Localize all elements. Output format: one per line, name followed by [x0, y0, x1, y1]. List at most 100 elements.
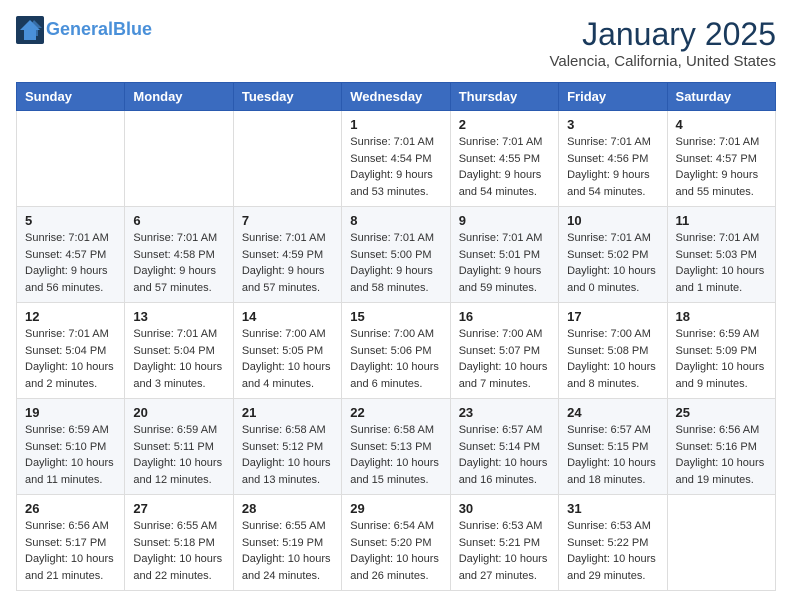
- weekday-header-cell: Friday: [559, 83, 667, 111]
- sunset: Sunset: 5:03 PM: [676, 249, 757, 261]
- calendar-day-cell: 5 Sunrise: 7:01 AM Sunset: 4:57 PM Dayli…: [17, 207, 125, 303]
- sunrise: Sunrise: 6:59 AM: [133, 424, 217, 436]
- sunset: Sunset: 5:07 PM: [459, 345, 540, 357]
- day-detail: Sunrise: 6:57 AM Sunset: 5:15 PM Dayligh…: [567, 422, 658, 488]
- calendar-body: 1 Sunrise: 7:01 AM Sunset: 4:54 PM Dayli…: [17, 111, 776, 591]
- calendar-day-cell: 15 Sunrise: 7:00 AM Sunset: 5:06 PM Dayl…: [342, 303, 450, 399]
- calendar-day-cell: 27 Sunrise: 6:55 AM Sunset: 5:18 PM Dayl…: [125, 495, 233, 591]
- day-number: 13: [133, 309, 224, 324]
- day-number: 19: [25, 405, 116, 420]
- sunset: Sunset: 5:14 PM: [459, 441, 540, 453]
- day-number: 30: [459, 501, 550, 516]
- sunset: Sunset: 5:20 PM: [350, 537, 431, 549]
- daylight: Daylight: 10 hours and 13 minutes.: [242, 457, 331, 486]
- calendar-day-cell: 13 Sunrise: 7:01 AM Sunset: 5:04 PM Dayl…: [125, 303, 233, 399]
- calendar-day-cell: [125, 111, 233, 207]
- sunrise: Sunrise: 6:53 AM: [567, 520, 651, 532]
- calendar-day-cell: 4 Sunrise: 7:01 AM Sunset: 4:57 PM Dayli…: [667, 111, 775, 207]
- sunset: Sunset: 5:00 PM: [350, 249, 431, 261]
- weekday-header-cell: Thursday: [450, 83, 558, 111]
- logo: GeneralBlue: [16, 16, 152, 44]
- weekday-header-cell: Wednesday: [342, 83, 450, 111]
- sunrise: Sunrise: 7:01 AM: [25, 328, 109, 340]
- sunrise: Sunrise: 6:53 AM: [459, 520, 543, 532]
- day-detail: Sunrise: 6:53 AM Sunset: 5:22 PM Dayligh…: [567, 518, 658, 584]
- day-detail: Sunrise: 7:01 AM Sunset: 4:57 PM Dayligh…: [25, 230, 116, 296]
- day-detail: Sunrise: 6:56 AM Sunset: 5:17 PM Dayligh…: [25, 518, 116, 584]
- sunset: Sunset: 5:18 PM: [133, 537, 214, 549]
- sunrise: Sunrise: 6:58 AM: [242, 424, 326, 436]
- calendar-day-cell: 20 Sunrise: 6:59 AM Sunset: 5:11 PM Dayl…: [125, 399, 233, 495]
- daylight: Daylight: 9 hours and 57 minutes.: [242, 265, 325, 294]
- title-block: January 2025 Valencia, California, Unite…: [549, 16, 776, 70]
- sunset: Sunset: 5:13 PM: [350, 441, 431, 453]
- sunrise: Sunrise: 6:59 AM: [676, 328, 760, 340]
- day-number: 18: [676, 309, 767, 324]
- day-detail: Sunrise: 6:55 AM Sunset: 5:18 PM Dayligh…: [133, 518, 224, 584]
- sunset: Sunset: 5:05 PM: [242, 345, 323, 357]
- calendar-day-cell: 11 Sunrise: 7:01 AM Sunset: 5:03 PM Dayl…: [667, 207, 775, 303]
- calendar-day-cell: 29 Sunrise: 6:54 AM Sunset: 5:20 PM Dayl…: [342, 495, 450, 591]
- daylight: Daylight: 10 hours and 2 minutes.: [25, 361, 114, 390]
- calendar-day-cell: 18 Sunrise: 6:59 AM Sunset: 5:09 PM Dayl…: [667, 303, 775, 399]
- daylight: Daylight: 10 hours and 24 minutes.: [242, 553, 331, 582]
- calendar-day-cell: 21 Sunrise: 6:58 AM Sunset: 5:12 PM Dayl…: [233, 399, 341, 495]
- calendar-day-cell: 8 Sunrise: 7:01 AM Sunset: 5:00 PM Dayli…: [342, 207, 450, 303]
- day-number: 25: [676, 405, 767, 420]
- calendar-week-row: 1 Sunrise: 7:01 AM Sunset: 4:54 PM Dayli…: [17, 111, 776, 207]
- day-number: 27: [133, 501, 224, 516]
- daylight: Daylight: 10 hours and 3 minutes.: [133, 361, 222, 390]
- sunrise: Sunrise: 6:55 AM: [133, 520, 217, 532]
- day-detail: Sunrise: 7:00 AM Sunset: 5:08 PM Dayligh…: [567, 326, 658, 392]
- sunset: Sunset: 4:58 PM: [133, 249, 214, 261]
- sunrise: Sunrise: 7:00 AM: [459, 328, 543, 340]
- day-number: 1: [350, 117, 441, 132]
- day-number: 6: [133, 213, 224, 228]
- day-number: 2: [459, 117, 550, 132]
- sunset: Sunset: 4:55 PM: [459, 153, 540, 165]
- daylight: Daylight: 10 hours and 7 minutes.: [459, 361, 548, 390]
- sunset: Sunset: 5:16 PM: [676, 441, 757, 453]
- day-number: 21: [242, 405, 333, 420]
- sunrise: Sunrise: 6:57 AM: [567, 424, 651, 436]
- sunset: Sunset: 5:22 PM: [567, 537, 648, 549]
- day-detail: Sunrise: 6:53 AM Sunset: 5:21 PM Dayligh…: [459, 518, 550, 584]
- sunset: Sunset: 5:19 PM: [242, 537, 323, 549]
- logo-icon: [16, 16, 44, 44]
- daylight: Daylight: 9 hours and 56 minutes.: [25, 265, 108, 294]
- day-detail: Sunrise: 7:01 AM Sunset: 5:01 PM Dayligh…: [459, 230, 550, 296]
- day-number: 16: [459, 309, 550, 324]
- sunrise: Sunrise: 7:01 AM: [459, 232, 543, 244]
- sunset: Sunset: 5:02 PM: [567, 249, 648, 261]
- sunset: Sunset: 5:04 PM: [25, 345, 106, 357]
- sunrise: Sunrise: 6:54 AM: [350, 520, 434, 532]
- day-number: 28: [242, 501, 333, 516]
- daylight: Daylight: 10 hours and 1 minute.: [676, 265, 765, 294]
- daylight: Daylight: 10 hours and 18 minutes.: [567, 457, 656, 486]
- daylight: Daylight: 9 hours and 57 minutes.: [133, 265, 216, 294]
- sunrise: Sunrise: 7:01 AM: [676, 232, 760, 244]
- sunrise: Sunrise: 7:01 AM: [350, 136, 434, 148]
- sunset: Sunset: 4:56 PM: [567, 153, 648, 165]
- day-number: 15: [350, 309, 441, 324]
- calendar-day-cell: 23 Sunrise: 6:57 AM Sunset: 5:14 PM Dayl…: [450, 399, 558, 495]
- day-detail: Sunrise: 7:01 AM Sunset: 5:04 PM Dayligh…: [133, 326, 224, 392]
- daylight: Daylight: 10 hours and 6 minutes.: [350, 361, 439, 390]
- day-detail: Sunrise: 6:56 AM Sunset: 5:16 PM Dayligh…: [676, 422, 767, 488]
- calendar-day-cell: 17 Sunrise: 7:00 AM Sunset: 5:08 PM Dayl…: [559, 303, 667, 399]
- sunrise: Sunrise: 7:01 AM: [133, 328, 217, 340]
- sunrise: Sunrise: 7:01 AM: [676, 136, 760, 148]
- day-number: 23: [459, 405, 550, 420]
- sunset: Sunset: 4:54 PM: [350, 153, 431, 165]
- sunset: Sunset: 5:17 PM: [25, 537, 106, 549]
- sunrise: Sunrise: 6:56 AM: [676, 424, 760, 436]
- daylight: Daylight: 10 hours and 12 minutes.: [133, 457, 222, 486]
- day-detail: Sunrise: 7:01 AM Sunset: 4:54 PM Dayligh…: [350, 134, 441, 200]
- sunset: Sunset: 4:59 PM: [242, 249, 323, 261]
- day-detail: Sunrise: 7:01 AM Sunset: 4:59 PM Dayligh…: [242, 230, 333, 296]
- day-detail: Sunrise: 7:01 AM Sunset: 5:00 PM Dayligh…: [350, 230, 441, 296]
- sunset: Sunset: 4:57 PM: [25, 249, 106, 261]
- weekday-header-cell: Monday: [125, 83, 233, 111]
- calendar-week-row: 19 Sunrise: 6:59 AM Sunset: 5:10 PM Dayl…: [17, 399, 776, 495]
- sunset: Sunset: 5:08 PM: [567, 345, 648, 357]
